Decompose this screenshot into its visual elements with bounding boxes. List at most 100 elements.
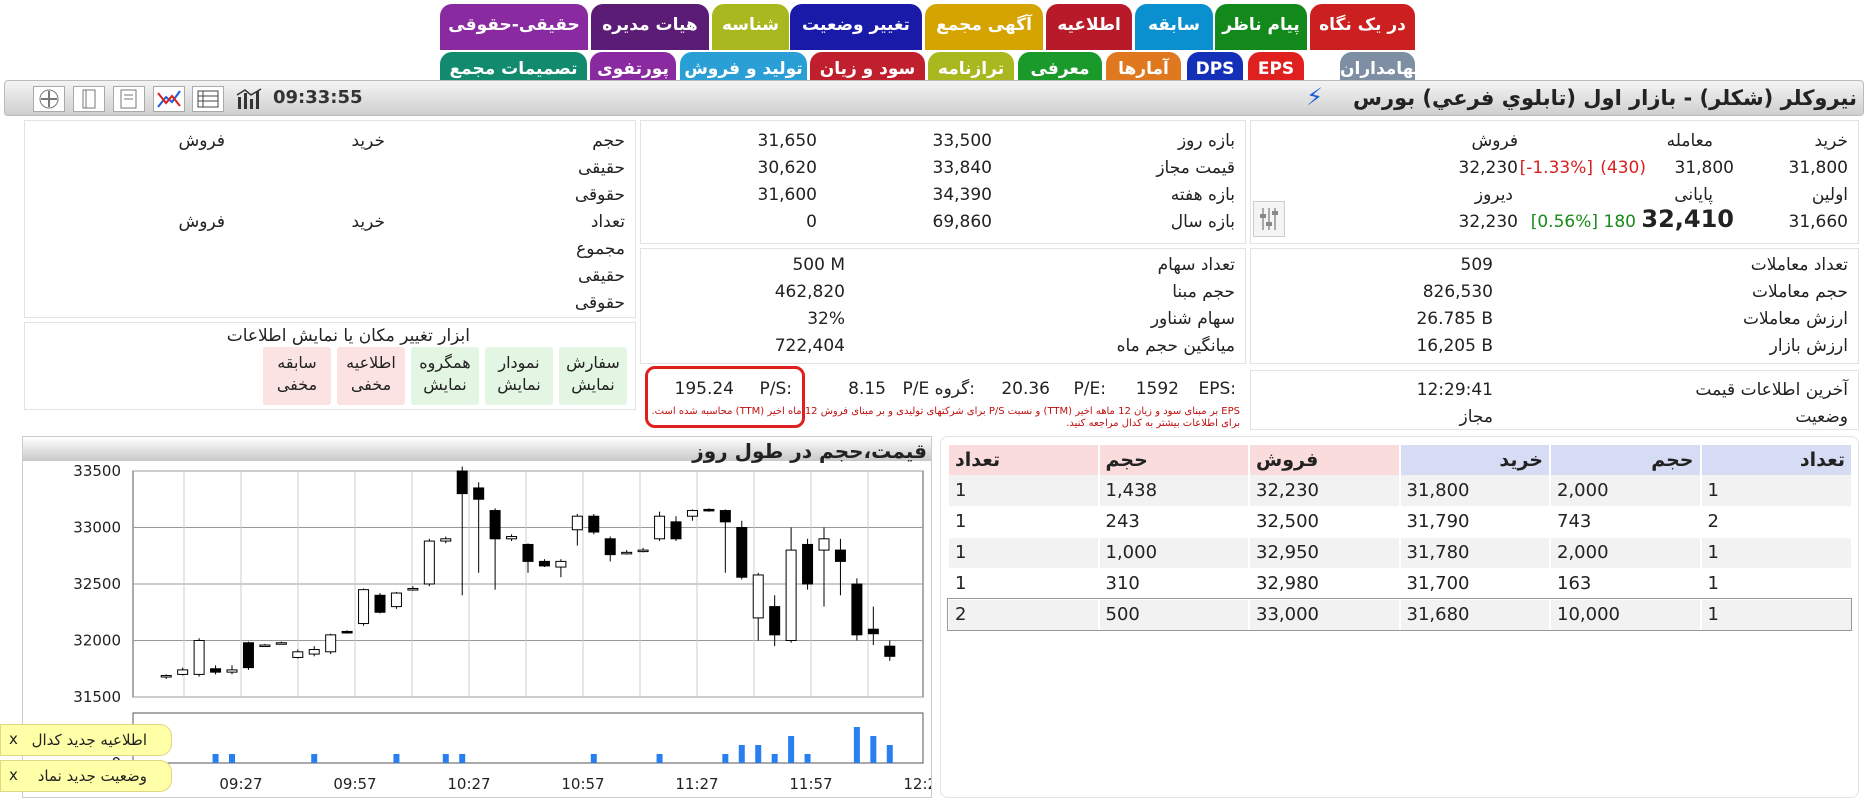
float: 32% xyxy=(807,309,845,329)
y-tick-label: 33000 xyxy=(73,519,121,537)
trade-pct: [-1.33%] xyxy=(1519,158,1593,178)
tool-button-2[interactable]: همگروه نمایش xyxy=(411,347,479,405)
candle-body xyxy=(604,538,616,556)
status-value: مجاز xyxy=(1459,407,1493,427)
tab-2[interactable]: سابقه xyxy=(1135,4,1213,50)
toast-status[interactable]: x وضعیت جدید نماد xyxy=(0,760,172,792)
tool-button-1[interactable]: نمودار نمایش xyxy=(485,347,553,405)
candle-body xyxy=(851,583,863,636)
status-label: وضعیت xyxy=(1795,407,1848,427)
table-cell: 1 xyxy=(947,475,1099,507)
legal-buy-label: خرید xyxy=(351,131,385,151)
first-label: اولین xyxy=(1811,185,1848,205)
candle-body xyxy=(259,644,271,648)
legal-sell-label: فروش xyxy=(178,131,225,151)
tool-button-3[interactable]: اطلاعیه مخفی xyxy=(337,347,405,405)
table-icon[interactable] xyxy=(192,86,224,112)
stats-panel-right: تعداد معاملات حجم معاملات ارزش معاملات ا… xyxy=(1250,248,1859,364)
yesterday-price: 32,230 xyxy=(1458,212,1518,232)
orderbook-header-cell: حجم xyxy=(1097,445,1249,475)
candle-body xyxy=(736,527,748,578)
day-range-low: 31,650 xyxy=(757,131,817,151)
tools-panel: ابزار تغییر مکان یا نمایش اطلاعات سفارش ن… xyxy=(24,322,636,410)
chart-bars-icon[interactable] xyxy=(235,87,265,111)
legal-sell-label-2: فروش xyxy=(178,212,225,232)
lightning-icon[interactable]: ⚡ xyxy=(1306,83,1323,111)
document-icon[interactable] xyxy=(73,86,105,112)
tab-6[interactable]: شناسه xyxy=(712,4,789,50)
volume-bar xyxy=(722,754,729,763)
final-change: 180 xyxy=(1603,212,1636,232)
close-icon[interactable]: x xyxy=(9,730,18,748)
shares: 500 M xyxy=(792,255,845,275)
sell-label: فروش xyxy=(1471,131,1518,151)
table-row[interactable]: 1 10,000 31,680 33,000 500 2 xyxy=(947,598,1852,631)
candle-body xyxy=(275,642,287,645)
avg-month-label: میانگین حجم ماه xyxy=(1116,336,1235,356)
add-icon[interactable] xyxy=(33,86,65,112)
allowed-label: قیمت مجاز xyxy=(1156,158,1235,178)
candle-body xyxy=(473,487,485,500)
candle-body xyxy=(440,538,452,542)
table-cell: 33,000 xyxy=(1248,599,1400,631)
volume-bar xyxy=(788,736,795,763)
eps-label: EPS: xyxy=(1198,379,1236,399)
table-row[interactable]: 1 2,000 31,800 32,230 1,438 1 xyxy=(947,475,1851,507)
trades-value: 26.785 B xyxy=(1416,309,1493,329)
trade-price: 31,800 xyxy=(1674,158,1734,178)
candle-body xyxy=(177,669,189,675)
last-info-panel: آخرین اطلاعات قیمت 12:29:41 وضعیت مجاز xyxy=(1250,370,1859,430)
volume-bar xyxy=(656,754,663,763)
toast-codal[interactable]: x اطلاعیه جدید کدال xyxy=(0,724,172,756)
pe-value: 20.36 xyxy=(1001,379,1050,399)
tab-0[interactable]: در یک نگاه xyxy=(1310,4,1415,50)
table-cell: 163 xyxy=(1549,568,1701,600)
table-cell: 2 xyxy=(1699,506,1851,538)
volume-bar xyxy=(442,754,449,763)
allowed-high: 33,840 xyxy=(932,158,992,178)
tab-7[interactable]: هیات مدیره xyxy=(591,4,709,50)
tool-button-0[interactable]: سفارش نمایش xyxy=(559,347,627,405)
table-row[interactable]: 2 743 31,790 32,500 243 1 xyxy=(947,506,1851,538)
x-tick-label: 11:27 xyxy=(675,775,718,793)
table-row[interactable]: 1 2,000 31,780 32,950 1,000 1 xyxy=(947,537,1851,569)
table-row[interactable]: 1 163 31,700 32,980 310 1 xyxy=(947,568,1851,600)
edit-note-icon[interactable] xyxy=(113,86,145,112)
volume-bar xyxy=(212,754,219,763)
candle-body xyxy=(538,560,550,567)
tool-button-4[interactable]: سابقه مخفی xyxy=(263,347,331,405)
table-cell: 1,438 xyxy=(1097,475,1249,507)
candle-body xyxy=(769,606,781,636)
total-label: مجموع xyxy=(576,239,625,259)
tab-4[interactable]: آگهی مجمع xyxy=(925,4,1043,50)
toast-status-text: وضعیت جدید نماد xyxy=(37,767,147,785)
real-label-2: حقیقی xyxy=(577,266,625,286)
trade-label: معامله xyxy=(1666,131,1713,151)
candle-body xyxy=(555,560,567,568)
tab-5[interactable]: تغییر وضعیت xyxy=(790,4,922,50)
market-value: 16,205 B xyxy=(1416,336,1493,356)
legal-buy-label-2: خرید xyxy=(351,212,385,232)
table-cell: 1 xyxy=(1699,537,1851,569)
settings-sliders-icon[interactable] xyxy=(1253,201,1285,237)
volume-label: حجم xyxy=(592,131,625,151)
tool-button-state: نمایش xyxy=(571,375,615,394)
candle-body xyxy=(193,640,205,675)
table-cell: 743 xyxy=(1549,506,1701,538)
week-range-label: بازه هفته xyxy=(1170,185,1235,205)
tab-1[interactable]: پیام ناظر xyxy=(1215,4,1307,50)
candle-body xyxy=(210,668,222,673)
candle-body xyxy=(160,675,172,678)
last-info-time: 12:29:41 xyxy=(1416,380,1493,400)
table-cell: 2 xyxy=(947,599,1099,631)
close-icon[interactable]: x xyxy=(9,766,18,784)
trades-count-label: تعداد معاملات xyxy=(1750,255,1848,275)
tab-8[interactable]: حقیقی-حقوقی xyxy=(440,4,588,50)
tool-button-state: مخفی xyxy=(350,375,392,394)
technical-chart-icon[interactable] xyxy=(153,86,185,112)
eps-value: 1592 xyxy=(1135,379,1179,399)
volume-bar xyxy=(771,754,778,763)
tab-3[interactable]: اطلاعیه xyxy=(1046,4,1132,50)
x-tick-label: 12:27 xyxy=(903,775,931,793)
candle-body xyxy=(374,594,386,613)
